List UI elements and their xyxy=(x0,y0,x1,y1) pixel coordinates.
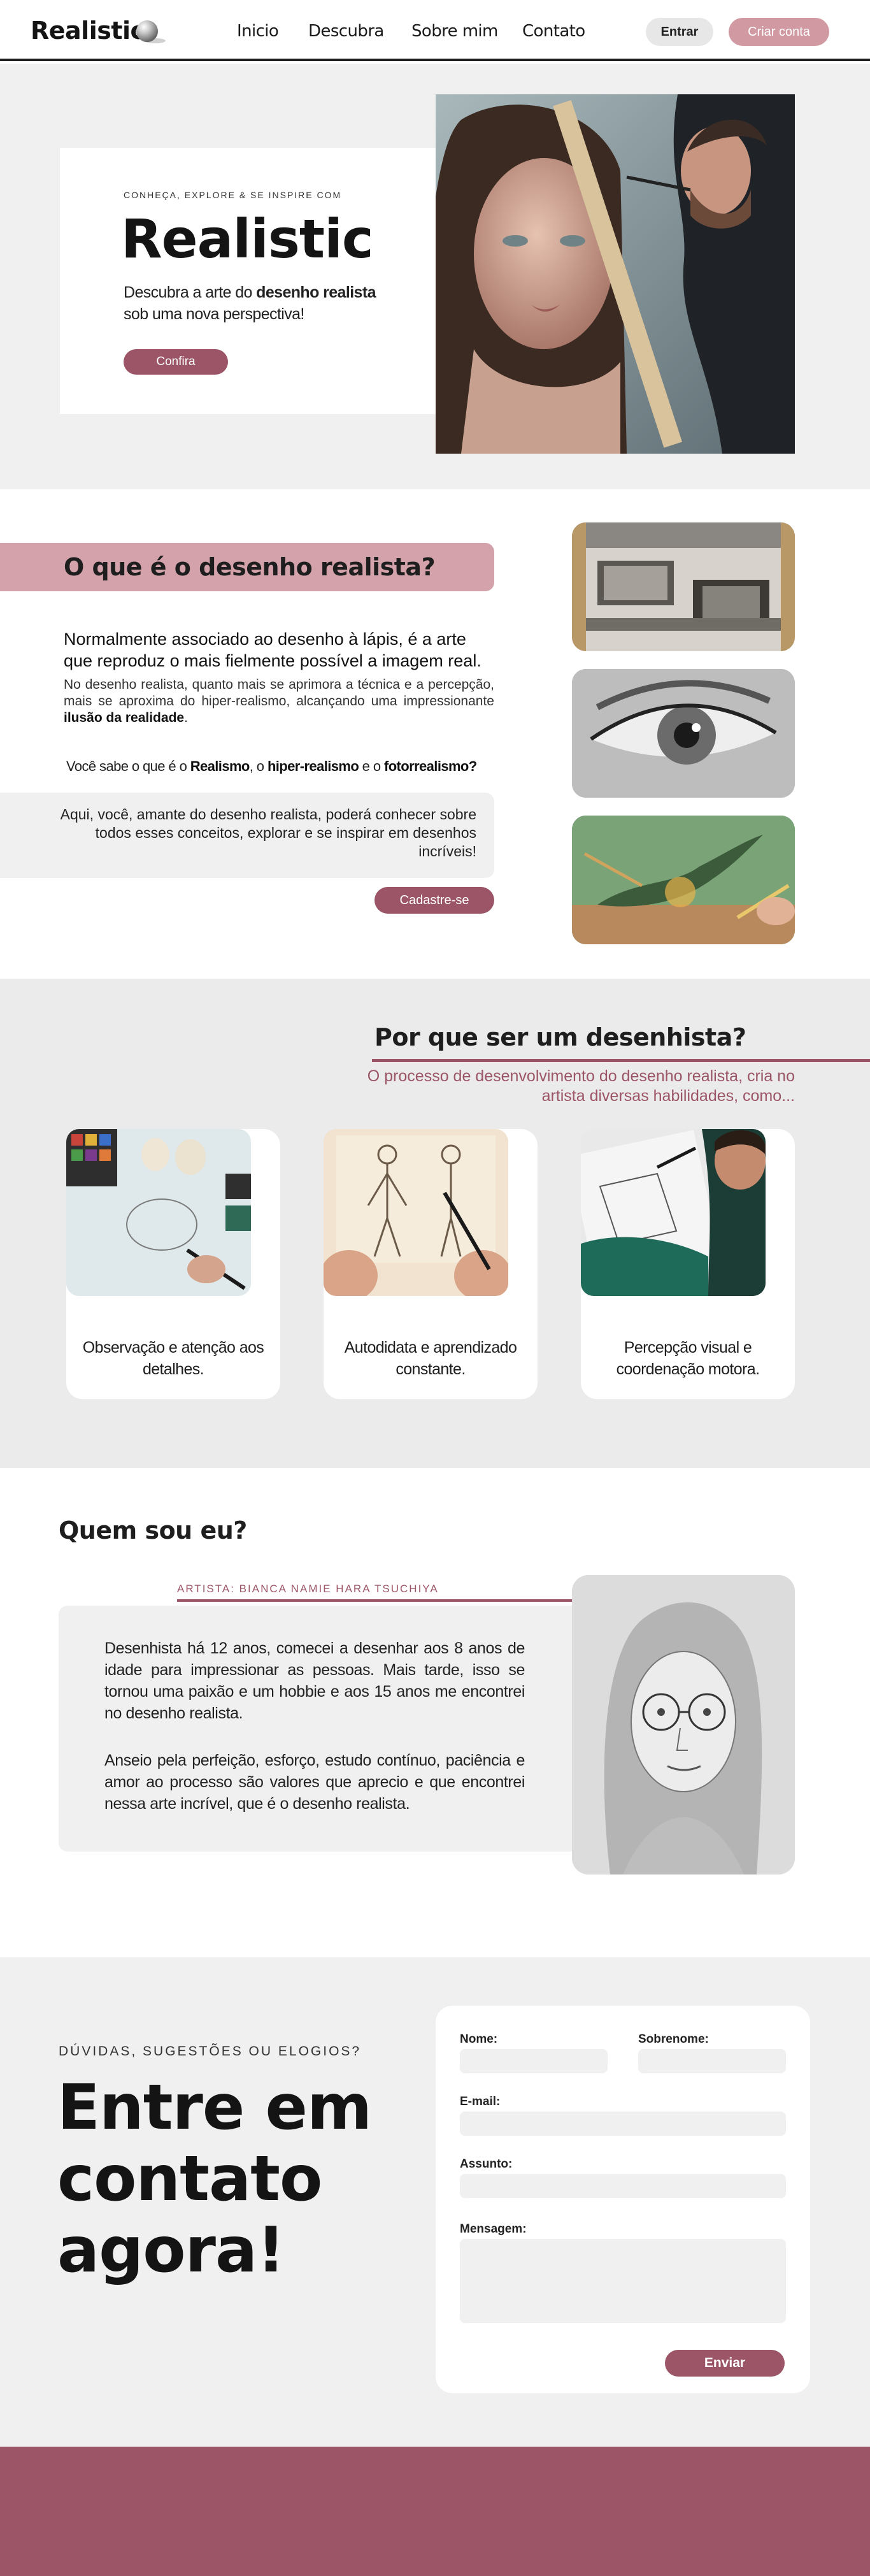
site-footer xyxy=(0,2447,870,2576)
hero-section: CONHEÇA, EXPLORE & SE INSPIRE COM Realis… xyxy=(0,64,870,489)
nav-descubra[interactable]: Descubra xyxy=(308,22,384,41)
about-title: Quem sou eu? xyxy=(59,1516,247,1544)
self-portrait-drawing-image xyxy=(572,1575,795,1874)
person-drawing-image xyxy=(581,1129,766,1296)
what-title: O que é o desenho realista? xyxy=(64,553,436,581)
what-question: Você sabe o que é o Realismo, o hiper-re… xyxy=(66,758,477,774)
hero-artist-drawing-image xyxy=(436,94,795,454)
what-info-text: Aqui, você, amante do desenho realista, … xyxy=(60,806,476,860)
skill-card-autodidact: Autodidata e aprendizado constante. xyxy=(324,1129,538,1399)
anatomy-sketch-image xyxy=(324,1129,508,1296)
subject-input[interactable] xyxy=(460,2174,786,2198)
hero-title: Realistic xyxy=(121,208,374,270)
message-label: Mensagem: xyxy=(460,2222,527,2236)
contact-form: Nome: Sobrenome: E-mail: Assunto: Mensag… xyxy=(436,2006,810,2393)
email-label: E-mail: xyxy=(460,2095,501,2108)
first-name-input[interactable] xyxy=(460,2049,608,2073)
message-textarea[interactable] xyxy=(460,2239,786,2323)
about-section: Quem sou eu? ARTISTA: BIANCA NAMIE HARA … xyxy=(0,1468,870,1957)
what-description: No desenho realista, quanto mais se apri… xyxy=(64,677,494,725)
what-lead: Normalmente associado ao desenho à lápis… xyxy=(64,630,481,670)
logo-ball-icon xyxy=(136,20,158,42)
lizard-drawing-image xyxy=(572,816,795,944)
eye-drawing-image xyxy=(572,669,795,798)
confira-button[interactable]: Confira xyxy=(124,349,228,375)
create-account-button[interactable]: Criar conta xyxy=(729,18,829,46)
why-section: Por que ser um desenhista? O processo de… xyxy=(0,979,870,1468)
last-name-input[interactable] xyxy=(638,2049,786,2073)
hero-kicker: CONHEÇA, EXPLORE & SE INSPIRE COM xyxy=(124,190,342,200)
skill-card-observation: Observação e atenção aos detalhes. xyxy=(66,1129,280,1399)
subject-label: Assunto: xyxy=(460,2157,513,2171)
first-name-label: Nome: xyxy=(460,2033,498,2046)
skill-observation-text: Observação e atenção aos detalhes. xyxy=(82,1339,264,1378)
skill-perception-text: Percepção visual e coordenação motora. xyxy=(616,1339,760,1378)
cadastre-se-button[interactable]: Cadastre-se xyxy=(374,887,494,914)
what-is-section: O que é o desenho realista? Normalmente … xyxy=(0,489,870,979)
contact-title: Entre em contato agora! xyxy=(57,2071,372,2287)
nav-contato[interactable]: Contato xyxy=(522,22,585,41)
contact-section: DÚVIDAS, SUGESTÕES OU ELOGIOS? Entre em … xyxy=(0,1957,870,2447)
email-input[interactable] xyxy=(460,2112,786,2136)
watercolor-drawing-image xyxy=(66,1129,251,1296)
hero-text: Descubra a arte do desenho realista sob … xyxy=(124,284,376,323)
contact-kicker: DÚVIDAS, SUGESTÕES OU ELOGIOS? xyxy=(59,2044,362,2059)
artist-name: ARTISTA: BIANCA NAMIE HARA TSUCHIYA xyxy=(177,1583,439,1595)
about-divider xyxy=(177,1599,572,1602)
last-name-label: Sobrenome: xyxy=(638,2033,709,2046)
skill-autodidact-text: Autodidata e aprendizado constante. xyxy=(344,1339,517,1378)
room-drawing-image xyxy=(572,522,795,651)
hero-card: CONHEÇA, EXPLORE & SE INSPIRE COM Realis… xyxy=(60,148,436,414)
why-divider xyxy=(372,1059,870,1062)
site-logo[interactable]: Realistic xyxy=(31,17,145,45)
about-paragraph-2: Anseio pela perfeição, esforço, estudo c… xyxy=(104,1752,525,1813)
login-button[interactable]: Entrar xyxy=(646,18,713,46)
why-title: Por que ser um desenhista? xyxy=(374,1023,746,1051)
skill-card-perception: Percepção visual e coordenação motora. xyxy=(581,1129,795,1399)
about-paragraph-1: Desenhista há 12 anos, comecei a desenha… xyxy=(104,1639,525,1722)
send-button[interactable]: Enviar xyxy=(665,2350,785,2377)
site-header: Realistic Inicio Descubra Sobre mim Cont… xyxy=(0,0,870,61)
why-subtitle: O processo de desenvolvimento do desenho… xyxy=(367,1067,795,1105)
nav-inicio[interactable]: Inicio xyxy=(237,22,279,41)
nav-sobre-mim[interactable]: Sobre mim xyxy=(411,22,498,41)
